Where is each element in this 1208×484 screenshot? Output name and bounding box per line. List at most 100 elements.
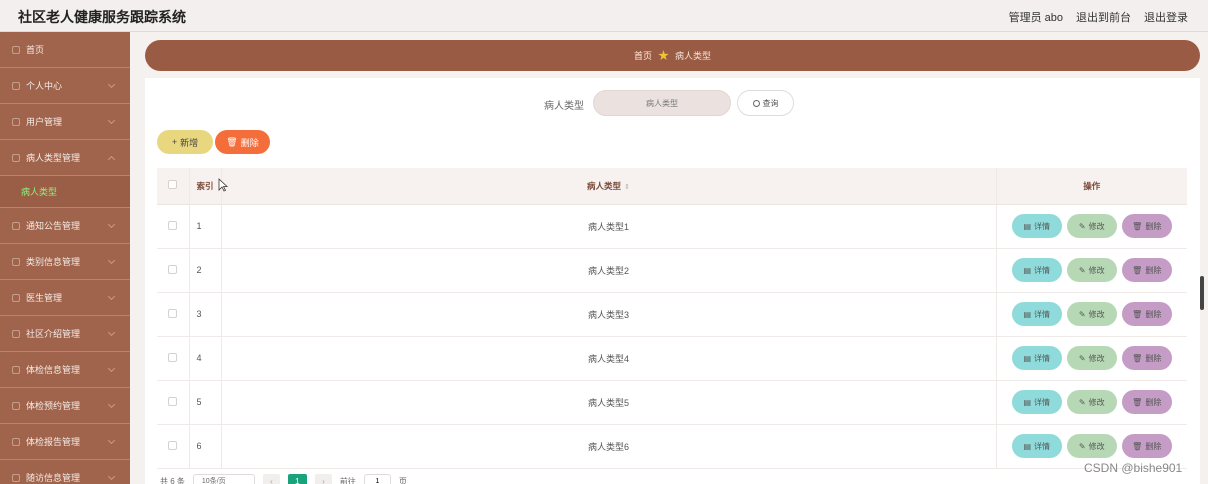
header-type[interactable]: 病人类型 ⇕ <box>221 168 997 205</box>
scrollbar-thumb[interactable] <box>1200 276 1204 310</box>
table-row: 3 病人类型3 ▤ 详情 ✎ 修改 🗑 删除 <box>157 292 1187 337</box>
search-button[interactable]: 查询 <box>737 90 794 116</box>
delete-button[interactable]: 🗑 删除 <box>1121 302 1172 326</box>
delete-button[interactable]: 🗑 删除 <box>1121 390 1172 414</box>
pencil-icon: ✎ <box>1078 441 1086 451</box>
row-checkbox[interactable] <box>168 352 178 362</box>
document-icon: ▤ <box>1023 353 1032 363</box>
next-page-button[interactable]: › <box>314 474 332 484</box>
exit-to-front-link[interactable]: 退出到前台 <box>1076 9 1131 25</box>
sidebar-item-personal[interactable]: 个人中心 <box>0 68 130 104</box>
row-checkbox[interactable] <box>168 440 178 450</box>
pencil-icon: ✎ <box>1078 309 1086 319</box>
prev-page-button[interactable]: ‹ <box>262 474 280 484</box>
row-ops: ▤ 详情 ✎ 修改 🗑 删除 <box>996 248 1187 293</box>
row-checkbox[interactable] <box>168 220 178 230</box>
edit-button[interactable]: ✎ 修改 <box>1066 346 1117 370</box>
edit-button[interactable]: ✎ 修改 <box>1066 434 1117 458</box>
sidebar-item-label: 个人中心 <box>26 81 63 91</box>
bell-icon <box>12 221 20 230</box>
document-icon: ▤ <box>1023 397 1032 407</box>
trash-icon: 🗑 <box>226 136 238 147</box>
sidebar-item-categories[interactable]: 类别信息管理 <box>0 244 130 280</box>
sidebar-item-followup[interactable]: 随访信息管理 <box>0 460 130 484</box>
chevron-down-icon <box>107 400 116 409</box>
star-icon <box>658 50 669 61</box>
sidebar-item-community[interactable]: 社区介绍管理 <box>0 316 130 352</box>
detail-button[interactable]: ▤ 详情 <box>1011 434 1062 458</box>
trash-icon: 🗑 <box>1132 353 1143 363</box>
header-ops: 操作 <box>996 168 1187 205</box>
sidebar-item-label: 医生管理 <box>26 293 63 303</box>
row-ops: ▤ 详情 ✎ 修改 🗑 删除 <box>996 204 1187 249</box>
edit-button[interactable]: ✎ 修改 <box>1066 258 1117 282</box>
row-type: 病人类型2 <box>221 248 997 293</box>
search-label: 病人类型 <box>544 101 584 112</box>
row-type: 病人类型5 <box>221 380 997 425</box>
sidebar: 首页 个人中心 用户管理 病人类型管理 病人类型 通知公告管理 类别信息管理 医… <box>0 32 130 484</box>
phone-icon <box>12 473 20 482</box>
search-icon <box>752 99 760 107</box>
table-row: 4 病人类型4 ▤ 详情 ✎ 修改 🗑 删除 <box>157 336 1187 381</box>
delete-button[interactable]: 🗑 删除 <box>1121 434 1172 458</box>
sidebar-item-label: 用户管理 <box>26 117 63 127</box>
sidebar-item-notices[interactable]: 通知公告管理 <box>0 208 130 244</box>
trash-icon: 🗑 <box>1132 441 1143 451</box>
page-size-select[interactable]: 10条/页 <box>192 474 255 484</box>
table-row: 2 病人类型2 ▤ 详情 ✎ 修改 🗑 删除 <box>157 248 1187 293</box>
watermark: CSDN @bishe901 <box>1084 461 1183 475</box>
edit-button[interactable]: ✎ 修改 <box>1066 390 1117 414</box>
add-button[interactable]: + 新增 <box>157 130 213 154</box>
row-checkbox[interactable] <box>168 308 178 318</box>
pager-total: 共 6 条 <box>160 476 185 484</box>
pencil-icon: ✎ <box>1078 397 1086 407</box>
edit-button[interactable]: ✎ 修改 <box>1066 302 1117 326</box>
trash-icon: 🗑 <box>1132 265 1143 275</box>
sidebar-item-patient-types[interactable]: 病人类型管理 <box>0 140 130 176</box>
chevron-up-icon <box>107 155 116 164</box>
search-button-label: 查询 <box>762 98 779 108</box>
chevron-down-icon <box>107 80 116 89</box>
sidebar-item-label: 体检报告管理 <box>26 437 81 447</box>
sidebar-item-checkup-booking[interactable]: 体检预约管理 <box>0 388 130 424</box>
detail-button[interactable]: ▤ 详情 <box>1011 214 1062 238</box>
detail-button[interactable]: ▤ 详情 <box>1011 390 1062 414</box>
flag-icon <box>12 401 20 410</box>
app-title: 社区老人健康服务跟踪系统 <box>18 10 186 26</box>
chevron-down-icon <box>107 256 116 265</box>
bulk-delete-button[interactable]: 🗑 删除 <box>215 130 270 154</box>
row-ops: ▤ 详情 ✎ 修改 🗑 删除 <box>996 380 1187 425</box>
logout-link[interactable]: 退出登录 <box>1144 9 1188 25</box>
sidebar-item-checkup-info[interactable]: 体检信息管理 <box>0 352 130 388</box>
sidebar-item-label: 病人类型管理 <box>26 153 81 163</box>
sidebar-item-checkup-report[interactable]: 体检报告管理 <box>0 424 130 460</box>
row-check-cell <box>157 424 190 469</box>
row-checkbox[interactable] <box>168 396 178 406</box>
sidebar-item-label: 体检信息管理 <box>26 365 81 375</box>
breadcrumb-home[interactable]: 首页 <box>634 49 652 62</box>
trash-icon: 🗑 <box>1132 397 1143 407</box>
sidebar-item-doctors[interactable]: 医生管理 <box>0 280 130 316</box>
edit-button[interactable]: ✎ 修改 <box>1066 214 1117 238</box>
pencil-icon: ✎ <box>1078 221 1086 231</box>
search-row: 病人类型 查询 <box>145 90 1200 116</box>
sidebar-subitem-patient-type[interactable]: 病人类型 <box>0 176 130 208</box>
current-page[interactable]: 1 <box>287 474 307 484</box>
row-ops: ▤ 详情 ✎ 修改 🗑 删除 <box>996 292 1187 337</box>
sort-icon[interactable]: ⇕ <box>624 183 630 191</box>
goto-page-input[interactable] <box>363 474 391 484</box>
detail-button[interactable]: ▤ 详情 <box>1011 346 1062 370</box>
row-checkbox[interactable] <box>168 264 178 274</box>
detail-button[interactable]: ▤ 详情 <box>1011 258 1062 282</box>
select-all-cell <box>157 168 190 205</box>
row-index: 1 <box>189 204 222 249</box>
sidebar-item-users[interactable]: 用户管理 <box>0 104 130 140</box>
delete-button[interactable]: 🗑 删除 <box>1121 258 1172 282</box>
detail-button[interactable]: ▤ 详情 <box>1011 302 1062 326</box>
pencil-icon: ✎ <box>1078 353 1086 363</box>
sidebar-item-home[interactable]: 首页 <box>0 32 130 68</box>
delete-button[interactable]: 🗑 删除 <box>1121 214 1172 238</box>
select-all-checkbox[interactable] <box>168 180 178 190</box>
search-input[interactable] <box>593 90 731 116</box>
delete-button[interactable]: 🗑 删除 <box>1121 346 1172 370</box>
